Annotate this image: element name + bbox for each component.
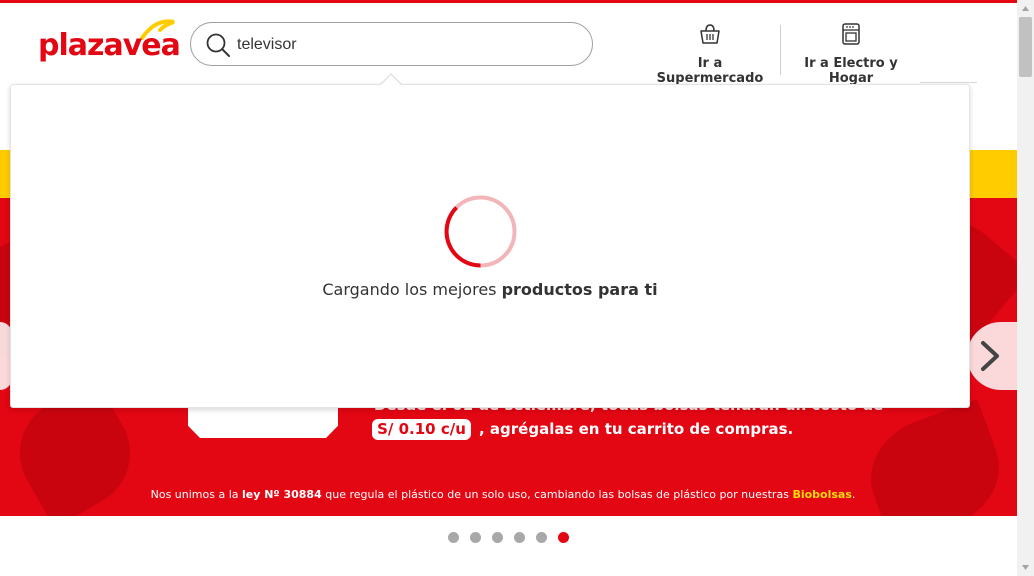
scroll-up-icon[interactable] bbox=[1017, 0, 1034, 17]
carousel-dot[interactable] bbox=[492, 532, 503, 543]
logo-text: plazavea bbox=[38, 28, 181, 63]
supermarket-label: Ir a Supermercado bbox=[656, 56, 764, 86]
footnote-brand: Biobolsas bbox=[792, 488, 852, 501]
chevron-right-icon bbox=[981, 341, 999, 371]
nav-divider bbox=[780, 25, 781, 75]
footnote-pre: Nos unimos a la bbox=[150, 488, 242, 501]
basket-icon bbox=[700, 24, 720, 44]
footnote-end: . bbox=[851, 488, 856, 501]
carousel-dots bbox=[448, 532, 569, 544]
loading-text-plain: Cargando los mejores bbox=[322, 280, 502, 299]
search-input[interactable] bbox=[237, 31, 577, 59]
page-scrollbar[interactable] bbox=[1017, 0, 1034, 576]
loading-text-bold: productos para ti bbox=[501, 280, 658, 299]
banner-footnote: Nos unimos a la ley Nº 30884 que regula … bbox=[0, 488, 1006, 501]
loading-message: Cargando los mejores productos para ti bbox=[11, 280, 969, 299]
banner-badge-shape bbox=[188, 403, 338, 438]
carousel-dot[interactable] bbox=[448, 532, 459, 543]
carousel-dot[interactable] bbox=[514, 532, 525, 543]
footnote-law: ley Nº 30884 bbox=[242, 488, 322, 501]
footnote-mid: que regula el plástico de un solo uso, c… bbox=[321, 488, 793, 501]
plazavea-logo[interactable]: plazavea bbox=[38, 16, 181, 66]
go-to-supermarket-link[interactable]: Ir a Supermercado bbox=[650, 22, 770, 86]
top-accent-line bbox=[0, 0, 1017, 3]
price-badge: S/ 0.10 c/u bbox=[372, 419, 471, 440]
banner-text-line2: , agrégalas en tu carrito de compras. bbox=[479, 420, 794, 438]
search-box[interactable] bbox=[190, 22, 593, 66]
page: plazavea Ir a Supermercado Ir a Elect bbox=[0, 0, 1034, 576]
spinner-icon bbox=[444, 195, 517, 268]
dropdown-caret-inner bbox=[381, 75, 401, 85]
header-rule bbox=[920, 82, 977, 83]
search-icon[interactable] bbox=[205, 32, 231, 58]
carousel-dot[interactable] bbox=[470, 532, 481, 543]
scrollbar-thumb[interactable] bbox=[1019, 17, 1032, 77]
electro-label: Ir a Electro y Hogar bbox=[804, 56, 898, 86]
scroll-down-icon[interactable] bbox=[1017, 559, 1034, 576]
go-to-electro-link[interactable]: Ir a Electro y Hogar bbox=[789, 22, 913, 86]
search-suggestions-dropdown: Cargando los mejores productos para ti bbox=[10, 84, 970, 408]
carousel-dot[interactable] bbox=[558, 532, 569, 543]
appliance-icon bbox=[842, 23, 860, 45]
carousel-dot[interactable] bbox=[536, 532, 547, 543]
